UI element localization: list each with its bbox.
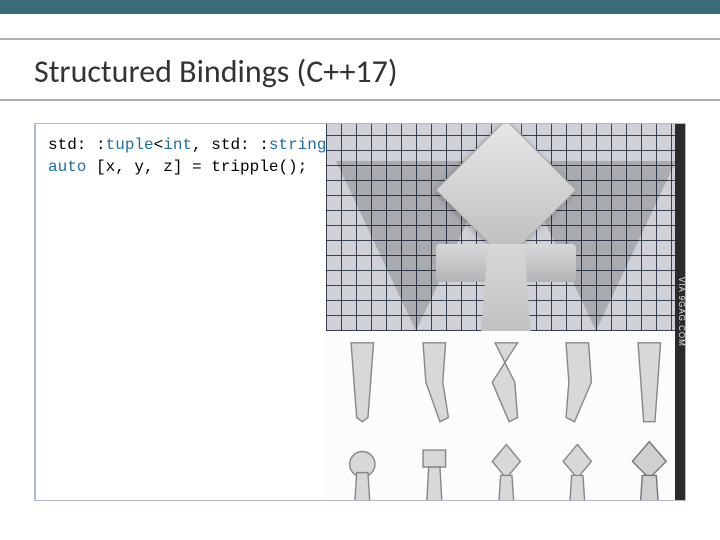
code-sym: , [192,136,211,154]
code-sym: < [154,136,164,154]
tie-step-2 [400,335,470,429]
tie-step-8 [471,431,541,501]
tie-step-3 [471,335,541,429]
content-frame: std: :tuple<int, std: :string auto [x, y… [34,123,686,501]
tie-step-1 [328,335,398,429]
tie-diagram-grid [326,331,686,501]
code-kw-string: string [269,136,327,154]
illustrative-image: VIA 9GAG.COM [326,123,686,501]
code-text: [x, y, z] = tripple(); [86,158,307,176]
code-kw-int: int [163,136,192,154]
watermark-strip: VIA 9GAG.COM [675,123,686,501]
code-ns: std: : [211,136,269,154]
tie-step-7 [400,431,470,501]
tie-photo [326,123,686,331]
tie-step-4 [543,335,613,429]
code-kw-tuple: tuple [106,136,154,154]
tie-step-6 [328,431,398,501]
code-ns: std: : [48,136,106,154]
tie-step-9 [543,431,613,501]
slide-title: Structured Bindings (C++17) [0,40,720,99]
title-underline [0,99,720,101]
slide-top-accent [0,0,720,14]
code-kw-auto: auto [48,158,86,176]
tie-step-5 [614,335,684,429]
tie-step-10 [614,431,684,501]
